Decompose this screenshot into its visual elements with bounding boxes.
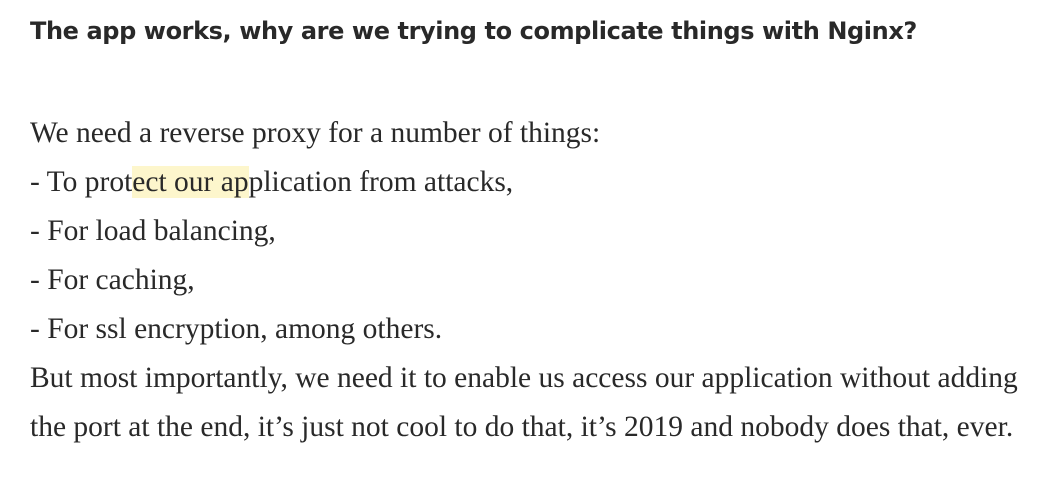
list-item-caching: - For caching,	[30, 264, 195, 296]
article-section: The app works, why are we trying to comp…	[30, 10, 1055, 452]
closing-paragraph: But most importantly, we need it to enab…	[30, 362, 1018, 443]
intro-paragraph: We need a reverse proxy for a number of …	[30, 117, 601, 149]
section-heading: The app works, why are we trying to comp…	[30, 17, 917, 45]
list-item-load-balancing: - For load balancing,	[30, 215, 276, 247]
highlighted-text[interactable]: ect our ap	[132, 166, 249, 198]
list-item-text-end: plication from attacks,	[248, 166, 514, 198]
list-item-text-start: - To prot	[30, 166, 133, 198]
list-item-protect: - To protect our application from attack…	[30, 158, 1055, 207]
list-item-ssl: - For ssl encryption, among others.	[30, 313, 443, 345]
reasons-list: - To protect our application from attack…	[30, 158, 1055, 354]
